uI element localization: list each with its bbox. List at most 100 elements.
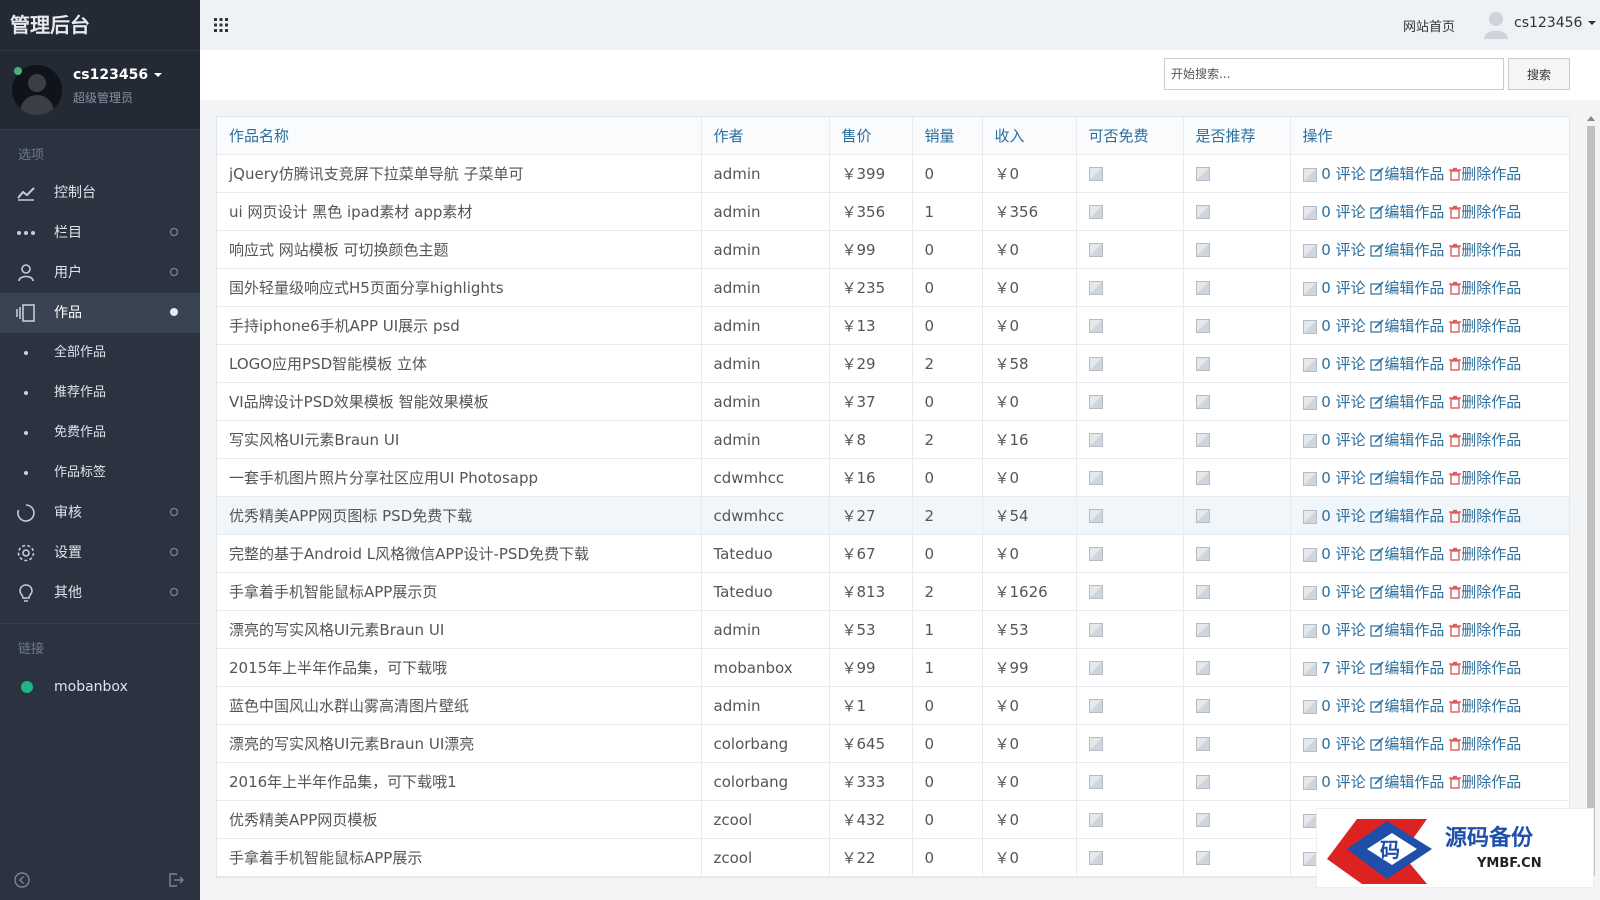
comments-link[interactable]: 0 评论: [1302, 431, 1366, 449]
comments-link[interactable]: 0 评论: [1302, 621, 1366, 639]
edit-work-link[interactable]: 编辑作品: [1370, 165, 1444, 183]
delete-work-link[interactable]: 删除作品: [1449, 241, 1521, 259]
broken-image-icon[interactable]: [1088, 281, 1103, 295]
comments-link[interactable]: 7 评论: [1302, 659, 1366, 677]
comments-link[interactable]: 0 评论: [1302, 773, 1366, 791]
broken-image-icon[interactable]: [1088, 471, 1103, 485]
delete-work-link[interactable]: 删除作品: [1449, 355, 1521, 373]
header-sales[interactable]: 销量: [912, 117, 983, 155]
work-name-cell[interactable]: 国外轻量级响应式H5页面分享highlights: [217, 268, 702, 307]
broken-image-icon[interactable]: [1088, 661, 1103, 675]
comments-link[interactable]: 0 评论: [1302, 507, 1366, 525]
table-row[interactable]: 蓝色中国风山水群山雾高清图片壁纸 admin ￥1 0 ￥0 0 评论 编辑作品 删除作…: [217, 686, 1569, 725]
broken-image-icon[interactable]: [1088, 775, 1103, 789]
delete-work-link[interactable]: 删除作品: [1449, 659, 1521, 677]
broken-image-icon[interactable]: [1195, 433, 1210, 447]
table-row[interactable]: 响应式 网站模板 可切换颜色主题 admin ￥99 0 ￥0 0 评论 编辑作品 删除…: [217, 230, 1569, 269]
work-name-cell[interactable]: LOGO应用PSD智能模板 立体: [217, 344, 702, 383]
work-name-cell[interactable]: VI品牌设计PSD效果模板 智能效果模板: [217, 382, 702, 421]
broken-image-icon[interactable]: [1088, 243, 1103, 257]
edit-work-link[interactable]: 编辑作品: [1370, 317, 1444, 335]
nav-item-works[interactable]: 作品: [0, 293, 200, 333]
edit-work-link[interactable]: 编辑作品: [1370, 469, 1444, 487]
broken-image-icon[interactable]: [1088, 167, 1103, 181]
edit-work-link[interactable]: 编辑作品: [1370, 355, 1444, 373]
broken-image-icon[interactable]: [1088, 737, 1103, 751]
work-name-cell[interactable]: 手持iphone6手机APP UI展示 psd: [217, 306, 702, 345]
edit-work-link[interactable]: 编辑作品: [1370, 393, 1444, 411]
comments-link[interactable]: 0 评论: [1302, 355, 1366, 373]
table-row[interactable]: 完整的基于Android L风格微信APP设计-PSD免费下载 Tateduo ￥6…: [217, 534, 1569, 573]
broken-image-icon[interactable]: [1195, 547, 1210, 561]
sub-item-recommended-works[interactable]: 推荐作品: [0, 373, 200, 413]
delete-work-link[interactable]: 删除作品: [1449, 697, 1521, 715]
edit-work-link[interactable]: 编辑作品: [1370, 583, 1444, 601]
header-price[interactable]: 售价: [829, 117, 913, 155]
edit-work-link[interactable]: 编辑作品: [1370, 773, 1444, 791]
comments-link[interactable]: 0 评论: [1302, 203, 1366, 221]
broken-image-icon[interactable]: [1088, 319, 1103, 333]
work-name-cell[interactable]: 2015年上半年作品集，可下载哦: [217, 648, 702, 687]
scrollbar-thumb[interactable]: [1587, 126, 1595, 876]
broken-image-icon[interactable]: [1088, 547, 1103, 561]
broken-image-icon[interactable]: [1088, 585, 1103, 599]
comments-link[interactable]: 0 评论: [1302, 469, 1366, 487]
comments-link[interactable]: 0 评论: [1302, 393, 1366, 411]
top-user-dropdown[interactable]: cs123456: [1514, 15, 1597, 31]
edit-work-link[interactable]: 编辑作品: [1370, 659, 1444, 677]
table-row[interactable]: 2015年上半年作品集，可下载哦 mobanbox ￥99 1 ￥99 7 评论 编辑作…: [217, 648, 1569, 687]
broken-image-icon[interactable]: [1195, 281, 1210, 295]
broken-image-icon[interactable]: [1088, 813, 1103, 827]
table-row[interactable]: LOGO应用PSD智能模板 立体 admin ￥29 2 ￥58 0 评论 编辑作品 删…: [217, 344, 1569, 383]
nav-item-dashboard[interactable]: 控制台: [0, 173, 200, 213]
edit-work-link[interactable]: 编辑作品: [1370, 697, 1444, 715]
header-free[interactable]: 可否免费: [1076, 117, 1184, 155]
sub-item-work-tags[interactable]: 作品标签: [0, 453, 200, 493]
comments-link[interactable]: 0 评论: [1302, 735, 1366, 753]
header-income[interactable]: 收入: [982, 117, 1077, 155]
collapse-sidebar-icon[interactable]: [14, 872, 30, 888]
edit-work-link[interactable]: 编辑作品: [1370, 241, 1444, 259]
broken-image-icon[interactable]: [1195, 167, 1210, 181]
broken-image-icon[interactable]: [1088, 205, 1103, 219]
work-name-cell[interactable]: 2016年上半年作品集，可下载哦1: [217, 762, 702, 801]
work-name-cell[interactable]: ui 网页设计 黑色 ipad素材 app素材: [217, 192, 702, 231]
table-row[interactable]: 手拿着手机智能鼠标APP展示页 Tateduo ￥813 2 ￥1626 0 评论 编辑…: [217, 572, 1569, 611]
broken-image-icon[interactable]: [1088, 509, 1103, 523]
broken-image-icon[interactable]: [1195, 813, 1210, 827]
header-recommended[interactable]: 是否推荐: [1183, 117, 1291, 155]
broken-image-icon[interactable]: [1195, 319, 1210, 333]
logout-icon[interactable]: [168, 872, 184, 888]
header-name[interactable]: 作品名称: [217, 117, 702, 155]
delete-work-link[interactable]: 删除作品: [1449, 469, 1521, 487]
sub-item-free-works[interactable]: 免费作品: [0, 413, 200, 453]
broken-image-icon[interactable]: [1088, 851, 1103, 865]
search-input[interactable]: [1164, 58, 1504, 90]
table-row[interactable]: 写实风格UI元素Braun UI admin ￥8 2 ￥16 0 评论 编辑作品 删除…: [217, 420, 1569, 459]
delete-work-link[interactable]: 删除作品: [1449, 545, 1521, 563]
nav-item-settings[interactable]: 设置: [0, 533, 200, 573]
delete-work-link[interactable]: 删除作品: [1449, 317, 1521, 335]
delete-work-link[interactable]: 删除作品: [1449, 279, 1521, 297]
table-row[interactable]: 国外轻量级响应式H5页面分享highlights admin ￥235 0 ￥0 0 评…: [217, 268, 1569, 307]
website-home-link[interactable]: 网站首页: [1403, 16, 1455, 35]
table-row[interactable]: 漂亮的写实风格UI元素Braun UI漂亮 colorbang ￥645 0 ￥0 0 …: [217, 724, 1569, 763]
table-row[interactable]: 一套手机图片照片分享社区应用UI Photosapp cdwmhcc ￥16 0 ￥0 …: [217, 458, 1569, 497]
link-item-mobanbox[interactable]: mobanbox: [0, 667, 200, 707]
delete-work-link[interactable]: 删除作品: [1449, 773, 1521, 791]
comments-link[interactable]: 0 评论: [1302, 545, 1366, 563]
delete-work-link[interactable]: 删除作品: [1449, 203, 1521, 221]
broken-image-icon[interactable]: [1195, 243, 1210, 257]
broken-image-icon[interactable]: [1195, 737, 1210, 751]
edit-work-link[interactable]: 编辑作品: [1370, 621, 1444, 639]
work-name-cell[interactable]: 漂亮的写实风格UI元素Braun UI: [217, 610, 702, 649]
work-name-cell[interactable]: 蓝色中国风山水群山雾高清图片壁纸: [217, 686, 702, 725]
table-row[interactable]: jQuery仿腾讯支竞屏下拉菜单导航 子菜单可 admin ￥399 0 ￥0 0 评论…: [217, 154, 1569, 193]
work-name-cell[interactable]: 优秀精美APP网页图标 PSD免费下载: [217, 496, 702, 535]
nav-item-review[interactable]: 审核: [0, 493, 200, 533]
edit-work-link[interactable]: 编辑作品: [1370, 279, 1444, 297]
comments-link[interactable]: 0 评论: [1302, 279, 1366, 297]
work-name-cell[interactable]: 手拿着手机智能鼠标APP展示: [217, 838, 702, 877]
edit-work-link[interactable]: 编辑作品: [1370, 431, 1444, 449]
broken-image-icon[interactable]: [1195, 509, 1210, 523]
